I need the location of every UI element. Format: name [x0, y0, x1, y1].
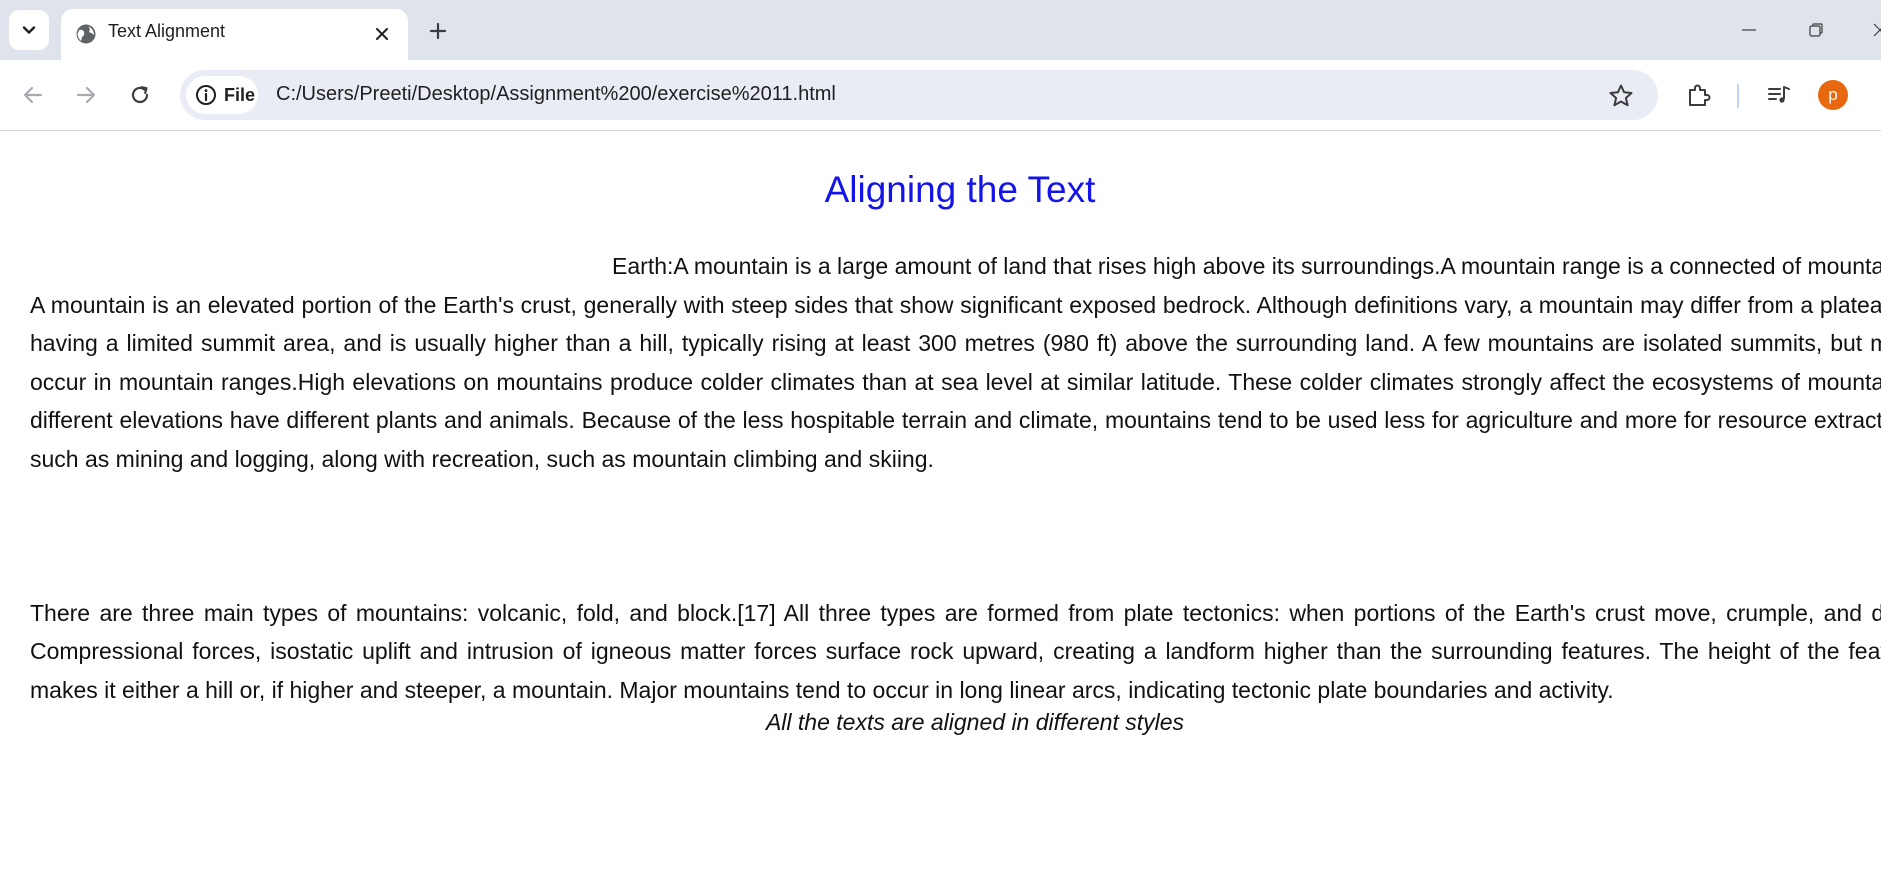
forward-button[interactable] — [67, 76, 105, 114]
chevron-down-icon — [22, 26, 36, 34]
star-icon — [1609, 84, 1633, 107]
toolbar-divider — [1737, 84, 1739, 108]
address-bar[interactable]: File C:/Users/Preeti/Desktop/Assignment%… — [180, 70, 1658, 120]
tab-strip: Text Alignment — [0, 0, 1881, 60]
close-window-button[interactable] — [1860, 12, 1881, 48]
browser-toolbar: File C:/Users/Preeti/Desktop/Assignment%… — [0, 60, 1881, 131]
reload-icon — [131, 86, 149, 104]
extensions-icon — [1689, 84, 1711, 106]
justified-section: There are three main types of mountains:… — [30, 594, 1881, 736]
tab-close-button[interactable] — [370, 22, 394, 46]
justified-paragraph-2: There are three main types of mountains:… — [30, 600, 1881, 703]
bookmark-star-button[interactable] — [1606, 81, 1636, 111]
justified-paragraph-1: A mountain is an elevated portion of the… — [30, 292, 1881, 472]
page-viewport: Aligning the Text Earth:A mountain is a … — [0, 131, 1881, 895]
close-icon — [376, 28, 388, 40]
forward-arrow-icon — [76, 86, 96, 104]
url-text[interactable]: C:/Users/Preeti/Desktop/Assignment%200/e… — [276, 83, 836, 106]
italic-caption: All the texts are aligned in different s… — [765, 709, 1185, 736]
minimize-icon — [1742, 29, 1756, 31]
profile-avatar[interactable]: p — [1818, 80, 1848, 110]
plus-icon — [429, 22, 447, 40]
right-aligned-paragraph: Earth:A mountain is a large amount of la… — [612, 253, 1881, 279]
new-tab-button[interactable] — [421, 14, 455, 48]
media-control-icon — [1768, 86, 1790, 103]
info-icon — [196, 85, 216, 105]
minimize-button[interactable] — [1729, 12, 1769, 48]
extensions-button[interactable] — [1680, 76, 1718, 114]
site-chip-label: File — [224, 84, 256, 105]
media-controls-button[interactable] — [1760, 76, 1798, 114]
globe-icon — [76, 24, 96, 44]
tab-title: Text Alignment — [108, 21, 226, 41]
back-arrow-icon — [23, 86, 43, 104]
restore-button[interactable] — [1796, 12, 1836, 48]
tab-search-button[interactable] — [9, 10, 49, 50]
page-heading: Aligning the Text — [824, 169, 1096, 210]
close-icon — [1873, 23, 1881, 37]
restore-icon — [1809, 23, 1823, 37]
site-info-chip[interactable]: File — [186, 76, 258, 114]
active-tab[interactable]: Text Alignment — [61, 9, 408, 60]
back-button[interactable] — [14, 76, 52, 114]
reload-button[interactable] — [121, 76, 159, 114]
